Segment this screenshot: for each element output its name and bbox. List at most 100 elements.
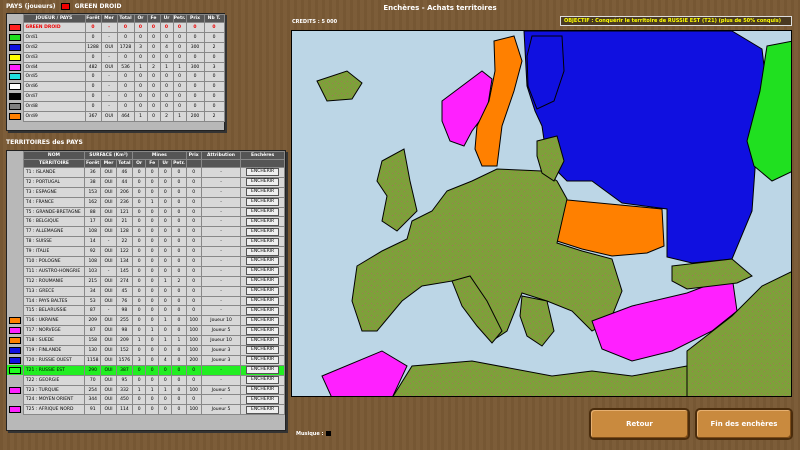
territory-row[interactable]: T19 : FINLANDE 130 OUI 152 0 0 0 0 100 Joueur 3 EN… — [7, 345, 285, 356]
players-header-cell: Mer — [100, 14, 118, 23]
territory-value-cell: OUI — [100, 295, 117, 307]
bid-button[interactable]: ENCHERIR — [246, 316, 280, 325]
territory-name: T8 : SUISSE — [22, 236, 86, 248]
bid-button[interactable]: ENCHERIR — [246, 376, 280, 385]
bid-button[interactable]: ENCHERIR — [246, 395, 280, 404]
territory-row[interactable]: T23 : TURQUIE 254 OUI 332 1 1 1 0 100 Joueur 5 ENC… — [7, 384, 285, 396]
territory-name: T25 : AFRIQUE NORD — [22, 404, 86, 416]
territory-row[interactable]: T9 : ITALIE 92 OUI 122 0 0 0 0 0- ENCHERIR — [7, 246, 285, 258]
territory-row[interactable]: T8 : SUISSE 14-22 0 0 0 0 0- ENCHERIR — [7, 236, 285, 248]
territory-owner-cell — [7, 177, 24, 188]
bid-button[interactable]: ENCHERIR — [246, 168, 280, 177]
bid-button[interactable]: ENCHERIR — [246, 346, 280, 355]
bid-button[interactable]: ENCHERIR — [246, 297, 280, 305]
player-value-cell: 1 — [159, 61, 174, 73]
players-body: GREEN DROID 0-0 0 0 0 0 0 0 Ordi1 0-0 0 0 0 0 0 0 Ordi2 1… — [7, 22, 225, 122]
territory-attribution: - — [200, 216, 242, 228]
territory-row[interactable]: T22 : GEORGIE 70 OUI 95 0 0 0 0 0- ENCHERIR — [7, 374, 285, 386]
player-value-cell: 0 — [185, 91, 205, 103]
territory-value-cell: 1576 — [115, 354, 134, 366]
territory-row[interactable]: T6 : BELGIQUE 17 OUI 21 0 0 0 0 0- ENCHERIR — [7, 216, 285, 228]
territory-value-cell: 0 — [132, 226, 147, 238]
territory-owner-swatch — [8, 366, 21, 374]
territory-value-cell: 0 — [158, 216, 173, 228]
territory-row[interactable]: T10 : POLOGNE 108 OUI 134 0 0 0 0 0- ENCHERIR — [7, 256, 285, 267]
player-value-cell: 0 — [133, 22, 148, 33]
bid-button[interactable]: ENCHERIR — [246, 257, 280, 266]
bid-button[interactable]: ENCHERIR — [246, 237, 280, 246]
player-color-cell — [7, 62, 23, 72]
territory-row[interactable]: T17 : NORVEGE 87 OUI 98 0 1 0 0 100 Joueur 5 ENCHE… — [7, 325, 285, 337]
territory-value-cell: 0 — [132, 295, 147, 307]
end-auction-button[interactable]: Fin des enchères — [695, 408, 793, 440]
bid-button[interactable]: ENCHERIR — [246, 306, 280, 315]
player-value-cell: 0 — [203, 31, 225, 43]
bid-button[interactable]: ENCHERIR — [246, 227, 280, 236]
europe-map[interactable] — [291, 30, 792, 397]
territory-row[interactable]: T25 : AFRIQUE NORD 91 OUI 114 0 0 0 0 100 Joueur … — [7, 404, 285, 416]
territory-row[interactable]: T5 : GRANDE-BRETAGNE 88 OUI 121 0 0 0 0 0- ENCHER… — [7, 206, 285, 218]
bid-button[interactable]: ENCHERIR — [246, 217, 280, 226]
territory-row[interactable]: T16 : UKRAINE 209 OUI 255 0 0 1 0 100 Joueur 10 EN… — [7, 315, 285, 327]
territory-value-cell: 0 — [145, 176, 160, 188]
territory-name: T13 : GRECE — [22, 285, 86, 297]
bid-button[interactable]: ENCHERIR — [246, 366, 280, 375]
territory-row[interactable]: T2 : PORTUGAL 38 OUI 44 0 0 0 0 0- ENCHERIR — [7, 176, 285, 188]
territory-name: T3 : ESPAGNE — [22, 186, 86, 198]
territory-value-cell: 0 — [145, 315, 160, 327]
territory-row[interactable]: T24 : MOYEN ORIENT 344 OUI 450 0 0 0 0 0- ENCHERI… — [7, 394, 285, 406]
bid-button[interactable]: ENCHERIR — [246, 405, 280, 414]
territory-row[interactable]: T1 : ISLANDE 36 OUI 46 0 0 0 0 0- ENCHERIR — [7, 167, 285, 178]
bid-button[interactable]: ENCHERIR — [246, 287, 280, 296]
bid-button[interactable]: ENCHERIR — [246, 386, 280, 394]
bid-button[interactable]: ENCHERIR — [246, 178, 280, 187]
territory-value-cell: 1 — [132, 384, 147, 396]
territory-row[interactable]: T7 : ALLEMAGNE 108 OUI 128 0 0 0 0 0- ENCHERIR — [7, 226, 285, 238]
player-row: Ordi5 0-0 0 0 0 0 0 0 — [7, 71, 225, 83]
music-toggle[interactable]: Musique : — [296, 431, 331, 437]
bid-button[interactable]: ENCHERIR — [246, 208, 280, 216]
territory-value-cell: 0 — [185, 364, 202, 376]
player-color-swatch — [8, 112, 21, 120]
territory-owner-cell — [7, 216, 24, 227]
bid-button[interactable]: ENCHERIR — [246, 336, 280, 345]
territory-row[interactable]: T3 : ESPAGNE 153 OUI 206 0 0 0 0 0- ENCHERIR — [7, 186, 285, 198]
player-value-cell: 0 — [159, 71, 174, 83]
bid-button[interactable]: ENCHERIR — [246, 277, 280, 286]
territory-value-cell: 1 — [145, 325, 160, 337]
territory-value-cell: 0 — [145, 394, 160, 406]
territory-value-cell: 0 — [171, 315, 187, 327]
territory-row[interactable]: T12 : ROUMANIE 215 OUI 274 0 0 1 2 0- ENCHERIR — [7, 275, 285, 287]
territory-row[interactable]: T13 : GRECE 34 OUI 45 0 0 0 0 0- ENCHERIR — [7, 285, 285, 297]
bid-button[interactable]: ENCHERIR — [246, 356, 280, 365]
territory-value-cell: 0 — [185, 275, 202, 287]
player-value-cell: 2 — [203, 41, 225, 53]
territory-bid-cell: ENCHERIR — [240, 236, 285, 248]
music-checkbox[interactable] — [325, 431, 331, 436]
territory-row[interactable]: T21 : RUSSIE EST 290 OUI 387 0 0 0 0 0- ENCHERIR — [7, 364, 285, 376]
objective-banner: OBJECTIF : Conquérir le territoire de RU… — [560, 16, 792, 26]
player-value-cell: - — [100, 31, 118, 43]
player-row: GREEN DROID 0-0 0 0 0 0 0 0 — [7, 22, 225, 33]
players-header-cell: Forêt — [84, 14, 102, 23]
territory-row[interactable]: T11 : AUSTRO-HONGRIE 103-145 0 0 0 0 0- ENCHERI… — [7, 265, 285, 277]
territory-row[interactable]: T4 : FRANCE 162 OUI 236 0 1 0 0 0- ENCHERIR — [7, 196, 285, 208]
bid-button[interactable]: ENCHERIR — [246, 267, 280, 276]
player-value-cell: 0 — [159, 22, 174, 33]
back-button[interactable]: Retour — [589, 408, 690, 440]
bid-button[interactable]: ENCHERIR — [246, 247, 280, 256]
bid-button[interactable]: ENCHERIR — [246, 198, 280, 207]
territory-value-cell: 0 — [158, 345, 173, 356]
territory-row[interactable]: T14 : PAYS BALTES 53 OUI 76 0 0 0 0 0- ENCHERIR — [7, 295, 285, 307]
territory-row[interactable]: T20 : RUSSIE OUEST 1158 OUI 1576 3 0 4 0 200 Joue… — [7, 354, 285, 366]
bid-button[interactable]: ENCHERIR — [246, 188, 280, 197]
map-canvas[interactable] — [292, 31, 792, 397]
territory-value-cell: 0 — [145, 226, 160, 238]
territory-row[interactable]: T15 : BELARUSSIE 87-98 0 0 0 0 0- ENCHERIR — [7, 305, 285, 317]
bid-button[interactable]: ENCHERIR — [246, 326, 280, 335]
territories-group-header-row: NOM SURFACE (Km²) Mines Prix Attribution Ench… — [7, 151, 285, 160]
player-color-cell — [7, 42, 23, 53]
player-value-cell: 0 — [146, 51, 161, 63]
territory-row[interactable]: T18 : SUEDE 158 OUI 209 1 0 1 1 100 Joueur 10 ENCH… — [7, 335, 285, 347]
territory-owner-swatch — [8, 317, 21, 325]
